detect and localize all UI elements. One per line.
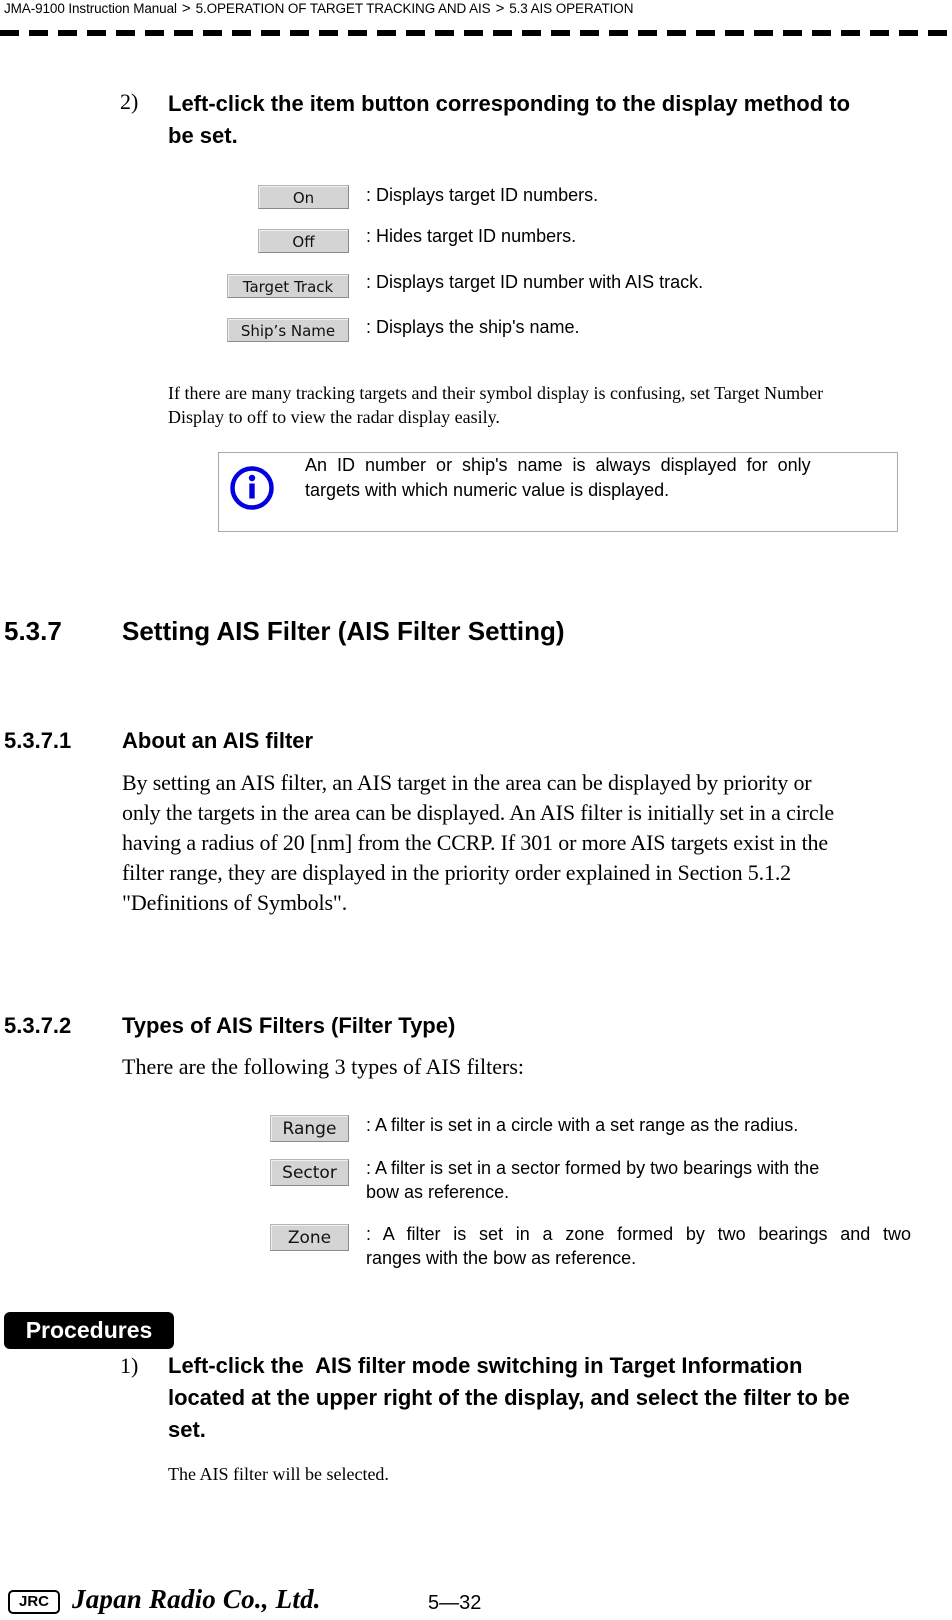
info-icon	[230, 466, 274, 510]
breadcrumb-section[interactable]: 5.3 AIS OPERATION	[509, 1, 633, 16]
zone-button[interactable]: Zone	[270, 1224, 349, 1251]
sector-button[interactable]: Sector	[270, 1159, 349, 1186]
paragraph-line: having a radius of 20 [nm] from the CCRP…	[122, 830, 829, 855]
note-line: An ID number or ship's name is always di…	[305, 455, 811, 475]
step-line: located at the upper right of the displa…	[168, 1385, 850, 1410]
company-brand: Japan Radio Co., Ltd.	[72, 1584, 321, 1614]
paragraph-line: By setting an AIS filter, an AIS target …	[122, 770, 812, 795]
off-button[interactable]: Off	[258, 229, 349, 253]
step-number: 1)	[120, 1353, 139, 1378]
breadcrumb: JMA-9100 Instruction Manual >5.OPERATION …	[4, 0, 633, 17]
subsection-title: About an AIS filter	[122, 728, 314, 753]
filter-description-line: : A filter is set in a zone formed by tw…	[366, 1224, 911, 1244]
subsection-number: 5.3.7.1	[4, 728, 72, 753]
step-line: Left-click the item button corresponding…	[168, 91, 851, 116]
step-line: Left-click the AIS filter mode switching…	[168, 1353, 803, 1378]
filter-description: : A filter is set in a sector formed by …	[366, 1156, 911, 1204]
tip-paragraph: If there are many tracking targets and t…	[168, 381, 948, 429]
section-title: Setting AIS Filter (AIS Filter Setting)	[122, 616, 565, 646]
note-line: targets with which numeric value is disp…	[305, 480, 670, 500]
paragraph-line: "Definitions of Symbols".	[122, 890, 348, 915]
subsection-number: 5.3.7.2	[4, 1013, 72, 1038]
paragraph-line: only the targets in the area can be disp…	[122, 800, 835, 825]
range-button[interactable]: Range	[270, 1115, 349, 1142]
filter-description-line: : A filter is set in a sector formed by …	[366, 1158, 820, 1178]
filter-description-line: ranges with the bow as reference.	[366, 1248, 637, 1268]
option-description: : Displays target ID numbers.	[366, 185, 599, 205]
section-intro: There are the following 3 types of AIS f…	[122, 1054, 525, 1079]
step-instruction: Left-click the AIS filter mode switching…	[168, 1350, 948, 1446]
filter-description-line: bow as reference.	[366, 1182, 510, 1202]
tip-line: If there are many tracking targets and t…	[168, 383, 824, 403]
option-description: : Hides target ID numbers.	[366, 226, 577, 246]
target-track-button[interactable]: Target Track	[227, 274, 349, 298]
step-result: The AIS filter will be selected.	[168, 1464, 389, 1484]
header-dashed-divider	[0, 30, 952, 36]
section-paragraph: By setting an AIS filter, an AIS target …	[122, 768, 952, 918]
note-text: An ID number or ship's name is always di…	[305, 453, 887, 503]
page-number: 5—32	[428, 1592, 482, 1614]
jrc-logo: JRC	[8, 1590, 60, 1614]
paragraph-line: filter range, they are displayed in the …	[122, 860, 792, 885]
ships-name-button[interactable]: Ship’s Name	[227, 318, 349, 342]
step-number: 2)	[120, 89, 139, 114]
step-instruction: Left-click the item button corresponding…	[168, 88, 948, 152]
filter-description: : A filter is set in a zone formed by tw…	[366, 1222, 911, 1270]
step-line: set.	[168, 1417, 206, 1442]
breadcrumb-chapter[interactable]: 5.OPERATION OF TARGET TRACKING AND AIS	[196, 1, 491, 16]
subsection-title: Types of AIS Filters (Filter Type)	[122, 1013, 456, 1038]
step-line: be set.	[168, 123, 238, 148]
note-box: An ID number or ship's name is always di…	[218, 452, 898, 532]
option-description: : Displays target ID number with AIS tra…	[366, 272, 704, 292]
breadcrumb-manual[interactable]: JMA-9100 Instruction Manual	[4, 1, 177, 16]
filter-description: : A filter is set in a circle with a set…	[366, 1115, 799, 1135]
breadcrumb-separator: >	[181, 0, 191, 17]
tip-line: Display to off to view the radar display…	[168, 407, 500, 427]
section-number: 5.3.7	[4, 616, 62, 646]
procedures-badge: Procedures	[4, 1312, 174, 1349]
breadcrumb-separator: >	[495, 0, 505, 17]
on-button[interactable]: On	[258, 185, 349, 209]
option-description: : Displays the ship's name.	[366, 317, 580, 337]
